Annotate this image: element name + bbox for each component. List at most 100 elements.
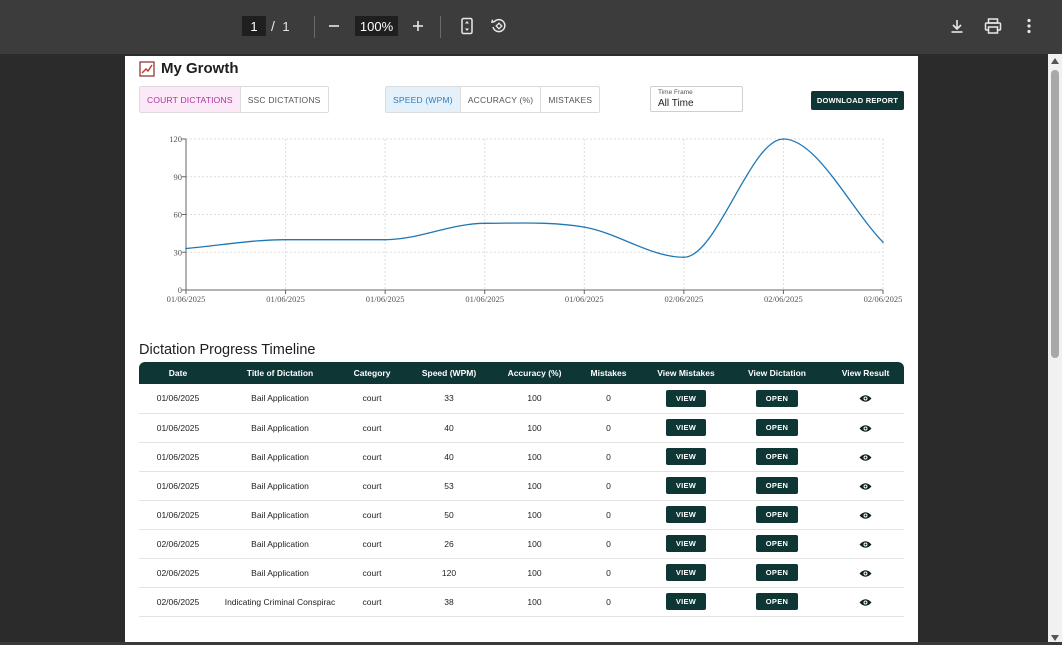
growth-chart-icon bbox=[139, 60, 155, 77]
cell-accuracy: 100 bbox=[497, 471, 572, 501]
view-mistakes-button[interactable]: VIEW bbox=[665, 419, 707, 436]
cell-speed: 33 bbox=[401, 384, 497, 414]
x-tick-label: 01/06/2025 bbox=[465, 294, 504, 304]
cell-date: 02/06/2025 bbox=[139, 529, 217, 559]
fit-page-icon[interactable] bbox=[454, 13, 480, 39]
x-tick-label: 01/06/2025 bbox=[167, 294, 206, 304]
download-icon[interactable] bbox=[944, 13, 970, 39]
cell-view-mistakes: VIEW bbox=[645, 413, 727, 443]
rotate-icon[interactable] bbox=[486, 13, 512, 39]
cell-category: court bbox=[343, 558, 401, 588]
col-mistakes: Mistakes bbox=[590, 368, 627, 378]
cell-category: court bbox=[343, 471, 401, 501]
cell-view-mistakes: VIEW bbox=[645, 587, 727, 617]
view-mistakes-button[interactable]: VIEW bbox=[665, 535, 707, 552]
data-point bbox=[384, 238, 386, 241]
cell-mistakes: 0 bbox=[572, 529, 645, 559]
cell-accuracy: 100 bbox=[497, 442, 572, 472]
open-dictation-button[interactable]: OPEN bbox=[755, 477, 799, 494]
tab-court-dictations[interactable]: COURT DICTATIONS bbox=[140, 87, 241, 112]
cell-title: Bail Application bbox=[217, 529, 343, 559]
open-dictation-button[interactable]: OPEN bbox=[755, 448, 799, 465]
vertical-scrollbar[interactable] bbox=[1048, 54, 1062, 645]
cell-mistakes: 0 bbox=[572, 471, 645, 501]
tab-mistakes[interactable]: MISTAKES bbox=[541, 87, 599, 112]
scroll-up-arrow-icon[interactable] bbox=[1051, 58, 1059, 64]
zoom-level-input[interactable]: 100% bbox=[355, 16, 398, 36]
tab-accuracy[interactable]: ACCURACY (%) bbox=[461, 87, 542, 112]
cell-date: 02/06/2025 bbox=[139, 558, 217, 588]
cell-accuracy: 100 bbox=[497, 500, 572, 530]
timeframe-label: Time Frame bbox=[658, 89, 693, 96]
col-view-dictation: View Dictation bbox=[748, 368, 806, 378]
cell-title: Bail Application bbox=[217, 471, 343, 501]
minus-icon[interactable] bbox=[321, 13, 347, 39]
cell-title: Bail Application bbox=[217, 500, 343, 530]
tab-ssc-dictations[interactable]: SSC DICTATIONS bbox=[241, 87, 328, 112]
cell-view-result bbox=[827, 587, 904, 617]
open-dictation-button[interactable]: OPEN bbox=[755, 564, 799, 581]
eye-icon[interactable] bbox=[859, 482, 872, 491]
cell-view-mistakes: VIEW bbox=[645, 529, 727, 559]
metric-tabs: SPEED (WPM) ACCURACY (%) MISTAKES bbox=[385, 86, 601, 113]
x-tick-label: 01/06/2025 bbox=[366, 294, 405, 304]
open-dictation-button[interactable]: OPEN bbox=[755, 419, 799, 436]
table-header-row: Date Title of Dictation Category Speed (… bbox=[139, 362, 904, 384]
eye-icon[interactable] bbox=[859, 453, 872, 462]
y-tick-label: 120 bbox=[169, 134, 182, 144]
table-row: 02/06/2025 Bail Application court 120 100 0 VI… bbox=[139, 558, 904, 588]
plus-icon[interactable] bbox=[405, 13, 431, 39]
cell-accuracy: 100 bbox=[497, 413, 572, 443]
cell-date: 01/06/2025 bbox=[139, 413, 217, 443]
view-mistakes-button[interactable]: VIEW bbox=[665, 389, 707, 407]
pdf-page: My Growth COURT DICTATIONS SSC DICTATION… bbox=[125, 56, 918, 645]
pdf-viewer[interactable]: My Growth COURT DICTATIONS SSC DICTATION… bbox=[0, 54, 1062, 645]
view-mistakes-button[interactable]: VIEW bbox=[665, 593, 707, 610]
data-point bbox=[583, 226, 586, 228]
more-vert-icon[interactable] bbox=[1016, 13, 1042, 39]
cell-date: 01/06/2025 bbox=[139, 471, 217, 501]
data-point bbox=[185, 247, 187, 250]
view-mistakes-button[interactable]: VIEW bbox=[665, 477, 707, 494]
cell-title: Indicating Criminal Conspirac bbox=[217, 587, 343, 617]
eye-icon[interactable] bbox=[859, 394, 872, 403]
download-report-button[interactable]: DOWNLOAD REPORT bbox=[811, 91, 904, 110]
cell-view-result bbox=[827, 529, 904, 559]
page-separator: / bbox=[271, 18, 275, 34]
speed-line-chart: 030609012001/06/2025 01/06/2025 01/06/2025… bbox=[167, 134, 903, 304]
timeframe-select[interactable]: Time Frame All Time bbox=[650, 86, 743, 112]
open-dictation-button[interactable]: OPEN bbox=[755, 389, 799, 407]
col-accuracy: Accuracy (%) bbox=[507, 368, 562, 378]
cell-mistakes: 0 bbox=[572, 442, 645, 472]
cell-view-result bbox=[827, 500, 904, 530]
open-dictation-button[interactable]: OPEN bbox=[755, 535, 799, 552]
eye-icon[interactable] bbox=[859, 598, 872, 607]
cell-view-dictation: OPEN bbox=[727, 413, 827, 443]
cell-category: court bbox=[343, 442, 401, 472]
scroll-thumb[interactable] bbox=[1051, 70, 1059, 358]
eye-icon[interactable] bbox=[859, 424, 872, 433]
cell-speed: 53 bbox=[401, 471, 497, 501]
eye-icon[interactable] bbox=[859, 511, 872, 520]
cell-accuracy: 100 bbox=[497, 384, 572, 414]
eye-icon[interactable] bbox=[859, 540, 872, 549]
toolbar-divider bbox=[440, 16, 441, 38]
cell-title: Bail Application bbox=[217, 558, 343, 588]
view-mistakes-button[interactable]: VIEW bbox=[665, 564, 707, 581]
open-dictation-button[interactable]: OPEN bbox=[755, 593, 799, 610]
cell-mistakes: 0 bbox=[572, 384, 645, 414]
cell-title: Bail Application bbox=[217, 384, 343, 414]
scroll-down-arrow-icon[interactable] bbox=[1051, 635, 1059, 641]
page-number-input[interactable]: 1 bbox=[242, 16, 266, 36]
print-icon[interactable] bbox=[980, 13, 1006, 39]
open-dictation-button[interactable]: OPEN bbox=[755, 506, 799, 523]
data-point bbox=[284, 238, 287, 241]
y-tick-label: 60 bbox=[174, 210, 183, 220]
cell-category: court bbox=[343, 500, 401, 530]
tab-speed[interactable]: SPEED (WPM) bbox=[386, 87, 461, 112]
cell-view-dictation: OPEN bbox=[727, 384, 827, 414]
view-mistakes-button[interactable]: VIEW bbox=[665, 448, 707, 465]
eye-icon[interactable] bbox=[859, 569, 872, 578]
view-mistakes-button[interactable]: VIEW bbox=[665, 506, 707, 523]
data-point bbox=[683, 256, 685, 259]
